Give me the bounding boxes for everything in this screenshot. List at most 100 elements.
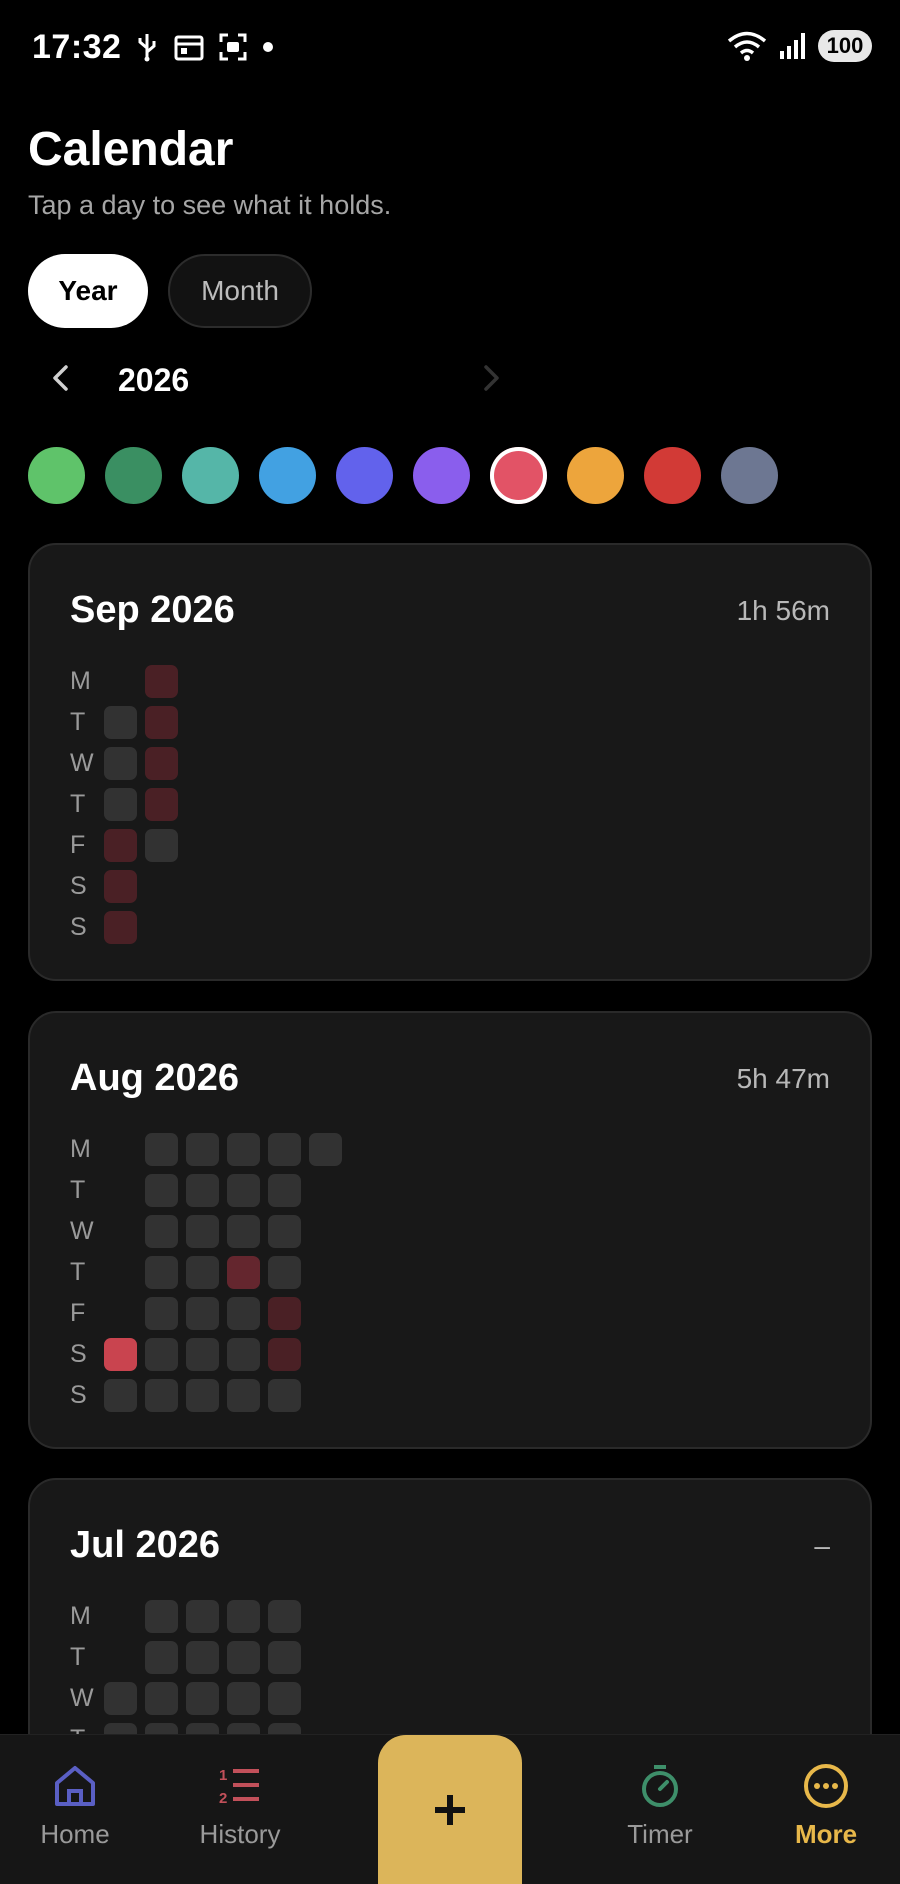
svg-text:1: 1 bbox=[219, 1767, 227, 1784]
day-cell[interactable] bbox=[268, 1682, 301, 1715]
day-cell[interactable] bbox=[104, 706, 137, 739]
color-swatch[interactable] bbox=[490, 447, 547, 504]
weekday-label: S bbox=[70, 1381, 87, 1409]
month-card-sep[interactable]: Sep 2026 1h 56m M T W T F S S bbox=[28, 543, 872, 981]
weekday-label: T bbox=[70, 708, 86, 736]
year-navigator: 2026 bbox=[0, 350, 900, 406]
stopwatch-icon bbox=[642, 1765, 678, 1807]
weekday-labels: M T W T F S S bbox=[70, 1129, 100, 1416]
day-cell[interactable] bbox=[104, 788, 137, 821]
day-cell[interactable] bbox=[268, 1600, 301, 1633]
screenshot-icon bbox=[219, 33, 247, 61]
day-cell[interactable] bbox=[268, 1256, 301, 1289]
day-cell[interactable] bbox=[268, 1338, 301, 1371]
day-cell[interactable] bbox=[104, 1682, 137, 1715]
day-cell[interactable] bbox=[227, 1256, 260, 1289]
day-cell[interactable] bbox=[145, 665, 178, 698]
day-cell[interactable] bbox=[268, 1174, 301, 1207]
day-cell[interactable] bbox=[227, 1379, 260, 1412]
more-circle-icon bbox=[804, 1764, 848, 1808]
status-time: 17:32 bbox=[32, 28, 122, 66]
day-cell[interactable] bbox=[268, 1133, 301, 1166]
day-cell[interactable] bbox=[186, 1600, 219, 1633]
year-view-toggle[interactable]: Year bbox=[28, 254, 148, 328]
status-system-icons: 100 bbox=[726, 30, 872, 62]
day-cell[interactable] bbox=[145, 1682, 178, 1715]
day-cell[interactable] bbox=[145, 1133, 178, 1166]
add-button[interactable] bbox=[378, 1735, 522, 1884]
day-cell[interactable] bbox=[227, 1297, 260, 1330]
day-cell[interactable] bbox=[186, 1682, 219, 1715]
day-cell[interactable] bbox=[268, 1215, 301, 1248]
day-cell[interactable] bbox=[104, 1379, 137, 1412]
nav-history[interactable]: 1 2 History bbox=[165, 1763, 315, 1850]
day-cell[interactable] bbox=[186, 1215, 219, 1248]
day-cell[interactable] bbox=[145, 1215, 178, 1248]
day-cell[interactable] bbox=[186, 1133, 219, 1166]
color-swatch[interactable] bbox=[721, 447, 778, 504]
day-cell[interactable] bbox=[268, 1641, 301, 1674]
day-cell[interactable] bbox=[104, 911, 137, 944]
day-cell[interactable] bbox=[104, 1338, 137, 1371]
month-view-toggle[interactable]: Month bbox=[168, 254, 312, 328]
day-cell[interactable] bbox=[268, 1379, 301, 1412]
day-cell[interactable] bbox=[145, 747, 178, 780]
svg-text:2: 2 bbox=[219, 1790, 227, 1807]
day-cell[interactable] bbox=[145, 788, 178, 821]
day-cell[interactable] bbox=[104, 829, 137, 862]
nav-label: More bbox=[794, 1819, 858, 1849]
color-swatch[interactable] bbox=[336, 447, 393, 504]
day-cell[interactable] bbox=[186, 1379, 219, 1412]
home-icon bbox=[55, 1766, 95, 1806]
color-swatch[interactable] bbox=[28, 447, 85, 504]
day-cell[interactable] bbox=[145, 829, 178, 862]
day-cell[interactable] bbox=[145, 1600, 178, 1633]
nav-home[interactable]: Home bbox=[0, 1763, 150, 1850]
day-cell[interactable] bbox=[186, 1338, 219, 1371]
nav-timer[interactable]: Timer bbox=[585, 1763, 735, 1850]
day-cell[interactable] bbox=[227, 1174, 260, 1207]
month-title: Aug 2026 bbox=[70, 1057, 239, 1099]
day-cell[interactable] bbox=[186, 1256, 219, 1289]
day-cell[interactable] bbox=[309, 1133, 342, 1166]
day-cell[interactable] bbox=[268, 1297, 301, 1330]
battery-indicator: 100 bbox=[818, 30, 872, 62]
day-cell[interactable] bbox=[186, 1174, 219, 1207]
day-cell[interactable] bbox=[227, 1215, 260, 1248]
color-swatch[interactable] bbox=[567, 447, 624, 504]
weekday-label: M bbox=[70, 667, 91, 695]
color-swatch[interactable] bbox=[413, 447, 470, 504]
color-swatch[interactable] bbox=[105, 447, 162, 504]
day-cell[interactable] bbox=[227, 1682, 260, 1715]
dot-icon bbox=[263, 42, 273, 52]
day-cell[interactable] bbox=[145, 1641, 178, 1674]
chevron-right-icon[interactable] bbox=[472, 360, 508, 396]
month-card-aug[interactable]: Aug 2026 5h 47m M T W T F S S bbox=[28, 1011, 872, 1449]
color-swatch[interactable] bbox=[182, 447, 239, 504]
day-cell[interactable] bbox=[227, 1133, 260, 1166]
day-cell[interactable] bbox=[145, 1174, 178, 1207]
day-cell[interactable] bbox=[145, 1338, 178, 1371]
day-cell[interactable] bbox=[227, 1338, 260, 1371]
day-cell[interactable] bbox=[145, 1256, 178, 1289]
day-cell[interactable] bbox=[186, 1297, 219, 1330]
day-cell[interactable] bbox=[104, 747, 137, 780]
day-cell[interactable] bbox=[227, 1600, 260, 1633]
status-bar: 17:32 100 bbox=[0, 0, 900, 96]
color-swatch[interactable] bbox=[644, 447, 701, 504]
day-cell[interactable] bbox=[227, 1641, 260, 1674]
weekday-label: T bbox=[70, 1258, 86, 1286]
weekday-label: T bbox=[70, 1643, 86, 1671]
color-swatch[interactable] bbox=[259, 447, 316, 504]
year-label: 2026 bbox=[118, 362, 190, 398]
day-cell[interactable] bbox=[145, 706, 178, 739]
day-cell[interactable] bbox=[104, 870, 137, 903]
nav-label: History bbox=[199, 1819, 281, 1849]
status-notification-icons bbox=[134, 32, 274, 62]
day-cell[interactable] bbox=[186, 1641, 219, 1674]
chevron-left-icon[interactable] bbox=[44, 360, 80, 396]
day-cell[interactable] bbox=[145, 1379, 178, 1412]
calendar-notif-icon bbox=[174, 35, 204, 61]
nav-more[interactable]: More bbox=[751, 1763, 900, 1850]
day-cell[interactable] bbox=[145, 1297, 178, 1330]
